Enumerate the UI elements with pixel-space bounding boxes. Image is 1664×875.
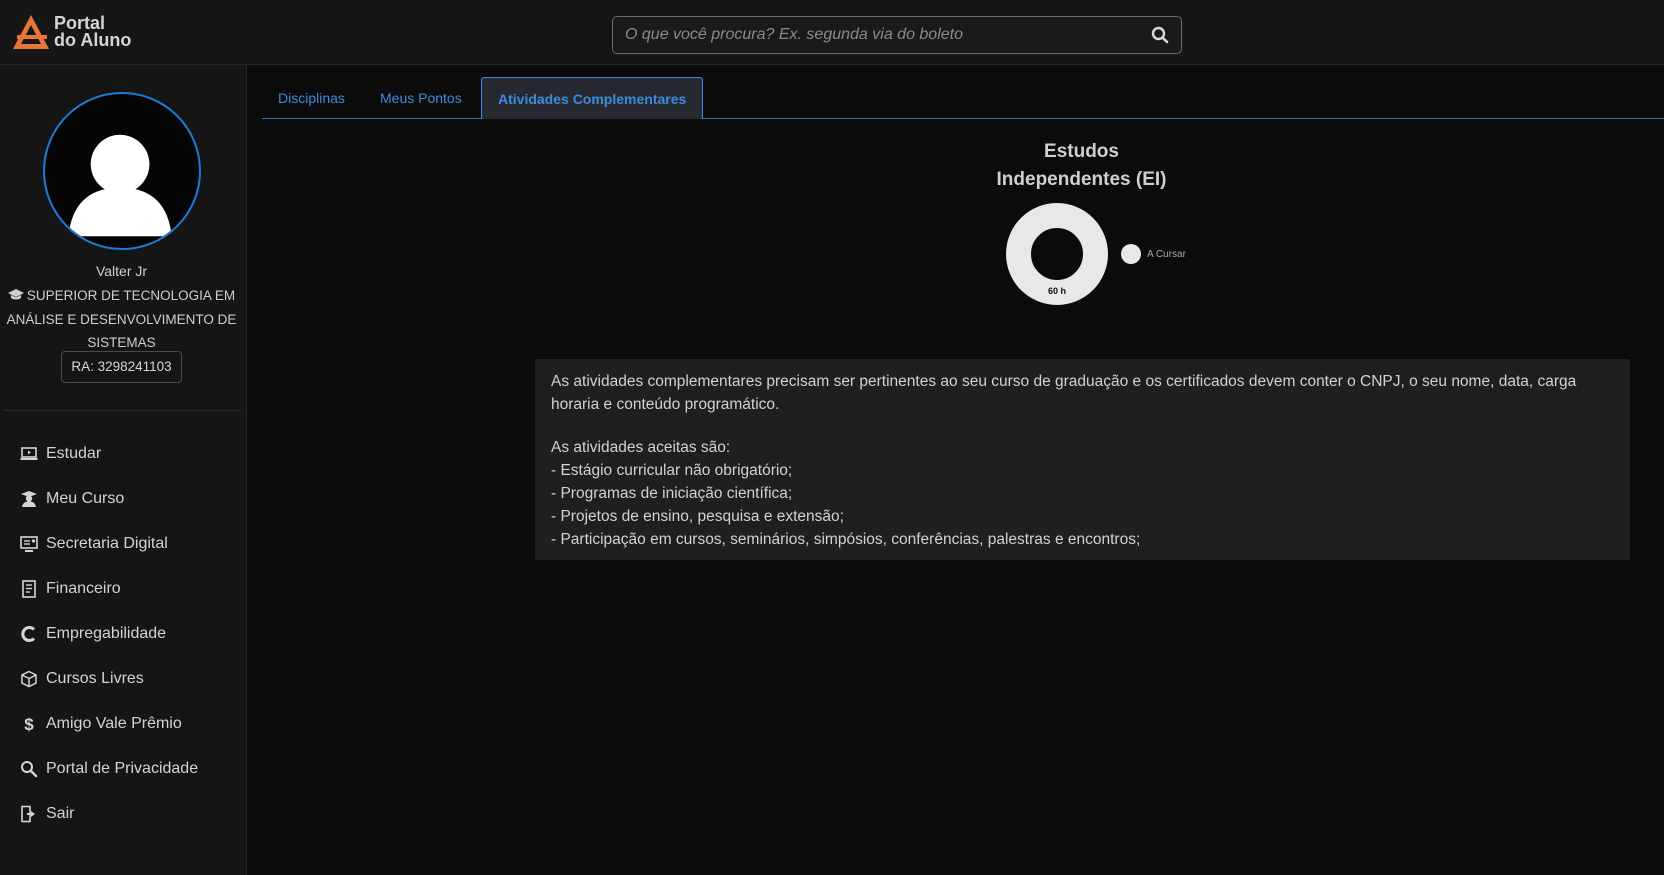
top-header: Portal do Aluno — [0, 0, 1664, 65]
tab-atividades-complementares[interactable]: Atividades Complementares — [481, 77, 704, 119]
portal-logo[interactable]: Portal do Aluno — [11, 13, 131, 51]
sidebar-item-financeiro[interactable]: Financeiro — [0, 566, 243, 611]
tab-meus-pontos[interactable]: Meus Pontos — [380, 77, 462, 119]
logo-text: Portal do Aluno — [54, 14, 132, 50]
donut-center-label: 60 h — [1048, 286, 1066, 296]
list-item: - Participação em cursos, seminários, si… — [551, 531, 1141, 548]
ra-badge: RA: 3298241103 — [61, 351, 182, 383]
list-item: - Programas de iniciação científica; — [551, 485, 793, 502]
exit-door-icon — [20, 805, 38, 823]
sidebar-item-meu-curso[interactable]: Meu Curso — [0, 476, 243, 521]
list-item: - Estágio curricular não obrigatório; — [551, 462, 793, 479]
graduation-cap-icon — [7, 285, 24, 308]
accepted-activities: As atividades aceitas são: - Estágio cur… — [551, 436, 1614, 551]
legend-label: A Cursar — [1147, 248, 1186, 260]
user-silhouette-icon — [68, 131, 172, 237]
sidebar-item-label: Secretaria Digital — [46, 534, 168, 552]
c-logo-icon — [20, 625, 38, 643]
sidebar-item-label: Estudar — [46, 444, 102, 462]
logo-triangle-icon — [13, 15, 49, 49]
tab-bar: Disciplinas Meus Pontos Atividades Compl… — [262, 77, 1664, 119]
chart-legend: A Cursar — [1121, 244, 1186, 264]
student-icon — [20, 490, 38, 508]
cube-icon — [20, 670, 38, 688]
sidebar: Valter Jr SUPERIOR DE TECNOLOGIA EM ANÁL… — [0, 65, 247, 875]
avatar[interactable] — [43, 92, 201, 250]
dollar-icon: $ — [20, 715, 38, 733]
sidebar-item-label: Portal de Privacidade — [46, 759, 199, 777]
svg-text:$: $ — [24, 715, 34, 733]
sidebar-nav: Estudar Meu Curso Secretaria Digital Fin… — [0, 431, 243, 836]
donut-chart: 60 h — [1006, 203, 1108, 305]
chart-title-line2: Independentes (EI) — [996, 169, 1167, 190]
chart-title: Estudos Independentes (EI) — [940, 138, 1223, 194]
sidebar-item-portal-de-privacidade[interactable]: Portal de Privacidade — [0, 746, 243, 791]
magnifier-icon — [20, 760, 38, 778]
sidebar-item-estudar[interactable]: Estudar — [0, 431, 243, 476]
sidebar-item-label: Meu Curso — [46, 489, 125, 507]
user-course: SUPERIOR DE TECNOLOGIA EM ANÁLISE E DESE… — [6, 284, 237, 354]
sidebar-item-label: Sair — [46, 804, 75, 822]
sidebar-divider — [4, 410, 242, 411]
sidebar-item-empregabilidade[interactable]: Empregabilidade — [0, 611, 243, 656]
sidebar-item-label: Amigo Vale Prêmio — [46, 714, 182, 732]
donut-slice-a-cursar — [1006, 203, 1108, 305]
logo-line2: do Aluno — [54, 30, 132, 50]
sidebar-item-label: Cursos Livres — [46, 669, 144, 687]
sidebar-item-label: Financeiro — [46, 579, 121, 597]
search-input[interactable] — [625, 17, 1135, 52]
sidebar-item-amigo-vale-premio[interactable]: $ Amigo Vale Prêmio — [0, 701, 243, 746]
chart-title-line1: Estudos — [1044, 141, 1119, 162]
legend-swatch — [1121, 244, 1141, 264]
list-intro: As atividades aceitas são: — [551, 439, 731, 456]
laptop-play-icon — [20, 445, 38, 463]
sidebar-item-secretaria-digital[interactable]: Secretaria Digital — [0, 521, 243, 566]
info-paragraph: As atividades complementares precisam se… — [551, 373, 1577, 413]
search-icon[interactable] — [1151, 26, 1169, 44]
sidebar-item-sair[interactable]: Sair — [0, 791, 243, 836]
search-box — [612, 16, 1182, 54]
document-icon — [20, 579, 38, 598]
info-box: As atividades complementares precisam se… — [535, 359, 1630, 560]
course-name: SUPERIOR DE TECNOLOGIA EM ANÁLISE E DESE… — [6, 288, 237, 350]
sidebar-item-cursos-livres[interactable]: Cursos Livres — [0, 656, 243, 701]
user-name: Valter Jr — [95, 263, 148, 279]
sidebar-item-label: Empregabilidade — [46, 624, 167, 642]
tab-disciplinas[interactable]: Disciplinas — [278, 77, 345, 119]
desktop-user-icon — [20, 535, 38, 553]
list-item: - Projetos de ensino, pesquisa e extensã… — [551, 508, 844, 525]
